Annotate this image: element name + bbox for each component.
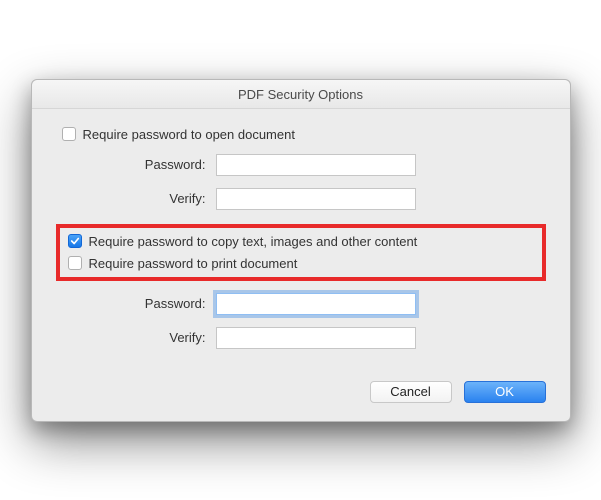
cancel-button[interactable]: Cancel [370,381,452,403]
print-password-checkbox[interactable] [68,256,82,270]
open-password-checkbox-row: Require password to open document [56,127,546,142]
perm-password-field-row: Password: [56,293,546,315]
print-password-checkbox-row: Require password to print document [62,256,534,271]
open-verify-field-row: Verify: [56,188,546,210]
open-password-checkbox-label[interactable]: Require password to open document [83,127,295,142]
open-password-input[interactable] [216,154,416,176]
perm-password-label: Password: [56,296,216,311]
dialog-buttons: Cancel OK [32,371,570,403]
checkmark-icon [70,236,80,246]
perm-verify-field-row: Verify: [56,327,546,349]
copy-password-checkbox[interactable] [68,234,82,248]
perm-verify-label: Verify: [56,330,216,345]
open-password-field-row: Password: [56,154,546,176]
perm-verify-input[interactable] [216,327,416,349]
highlight-annotation: Require password to copy text, images an… [56,224,546,281]
permissions-section: Require password to copy text, images an… [56,224,546,349]
open-verify-label: Verify: [56,191,216,206]
copy-password-checkbox-row: Require password to copy text, images an… [62,234,534,249]
ok-button[interactable]: OK [464,381,546,403]
pdf-security-dialog: PDF Security Options Require password to… [31,79,571,422]
dialog-title: PDF Security Options [32,80,570,109]
open-password-label: Password: [56,157,216,172]
perm-password-input[interactable] [216,293,416,315]
copy-password-checkbox-label[interactable]: Require password to copy text, images an… [89,234,418,249]
print-password-checkbox-label[interactable]: Require password to print document [89,256,298,271]
open-password-section: Require password to open document Passwo… [56,127,546,210]
dialog-content: Require password to open document Passwo… [32,109,570,371]
open-verify-input[interactable] [216,188,416,210]
open-password-checkbox[interactable] [62,127,76,141]
